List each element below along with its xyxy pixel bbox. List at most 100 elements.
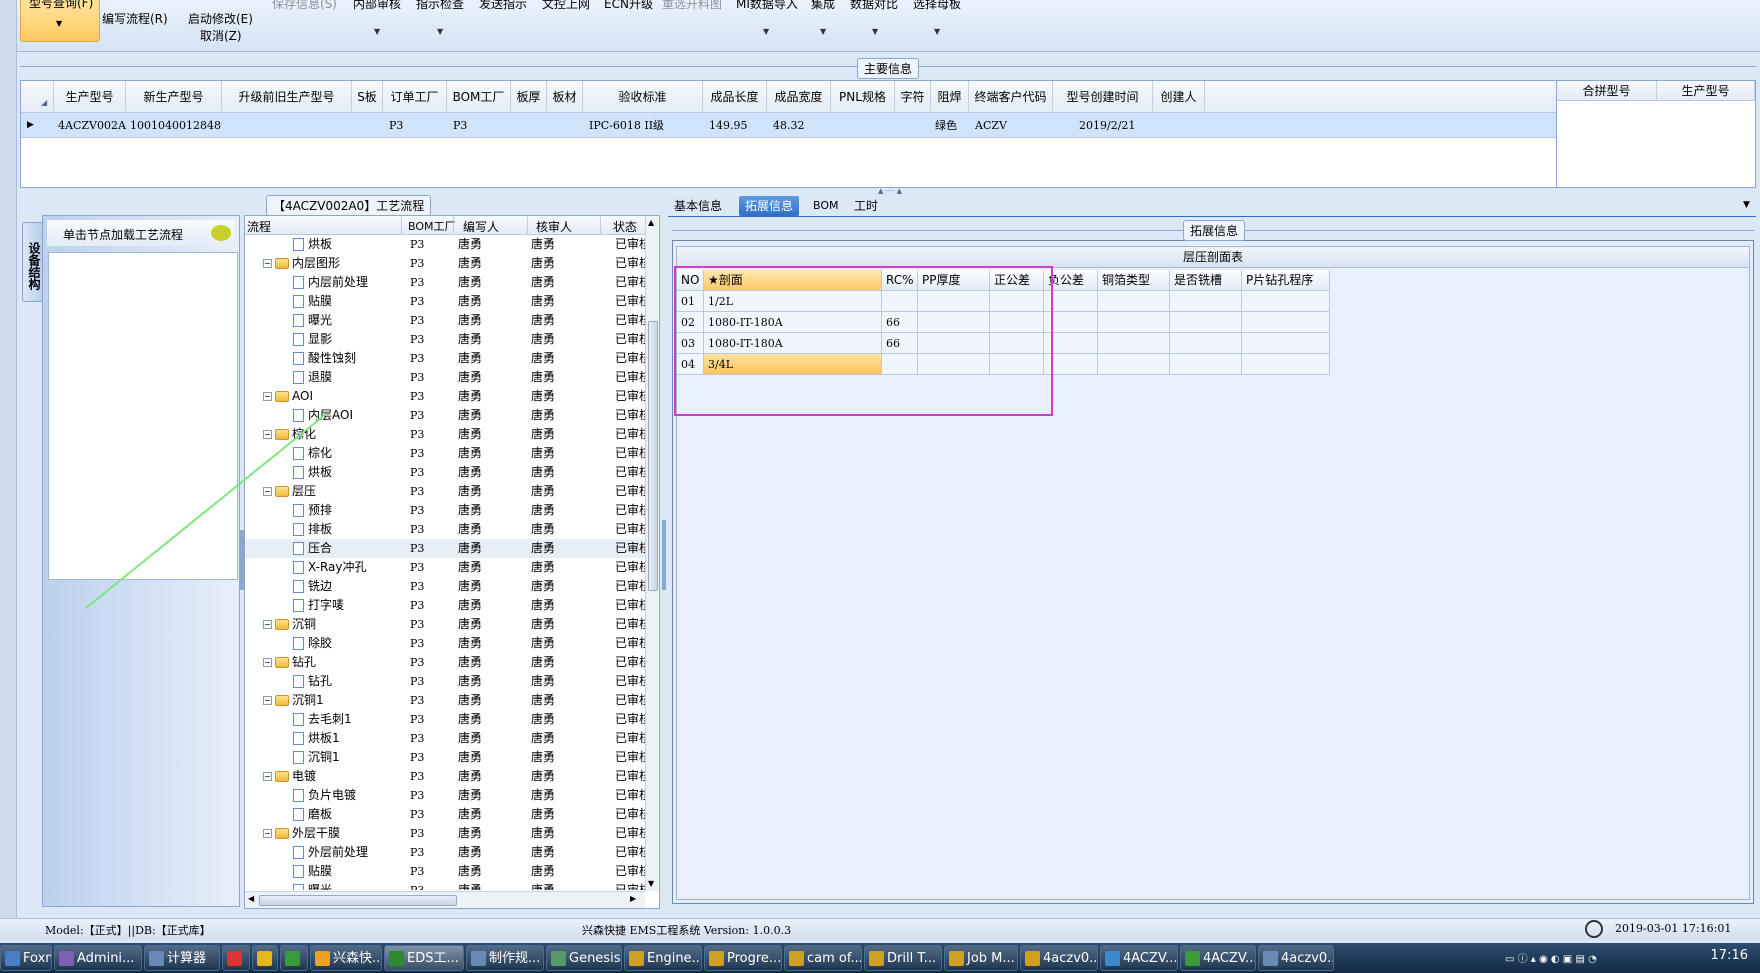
- taskbar-item[interactable]: 兴森快...: [310, 945, 382, 971]
- tree-row[interactable]: 负片电镀 P3 唐勇 唐勇 已审核: [245, 786, 645, 805]
- tree-row[interactable]: − 沉铜1 P3 唐勇 唐勇 已审核: [245, 691, 645, 710]
- taskbar-item[interactable]: EDS工...: [384, 945, 464, 971]
- collapse-icon[interactable]: −: [263, 259, 272, 268]
- scroll-right-icon[interactable]: ▶: [630, 894, 636, 903]
- chevron-down-icon[interactable]: ▼: [437, 27, 443, 36]
- chevron-down-icon[interactable]: ▼: [872, 27, 878, 36]
- chevron-down-icon[interactable]: ▼: [374, 27, 380, 36]
- horizontal-scrollbar[interactable]: ◀ ▶: [245, 891, 645, 908]
- tree-row[interactable]: − 电镀 P3 唐勇 唐勇 已审核: [245, 767, 645, 786]
- tree-row[interactable]: 显影 P3 唐勇 唐勇 已审核: [245, 330, 645, 349]
- col-flow[interactable]: 流程: [247, 218, 271, 235]
- send-instruction-button[interactable]: 发送指示: [479, 0, 527, 12]
- save-info-button[interactable]: 保存信息(S): [272, 0, 337, 12]
- grid-cell[interactable]: [1098, 333, 1170, 354]
- col-status[interactable]: 状态: [613, 218, 637, 235]
- integrate-button[interactable]: 集成: [811, 0, 835, 12]
- taskbar-item[interactable]: [252, 945, 278, 971]
- check-instruction-button[interactable]: 指示检查: [416, 0, 464, 12]
- tab-basic-info[interactable]: 基本信息: [668, 196, 728, 216]
- scroll-down-icon[interactable]: ▼: [648, 879, 654, 888]
- col-acceptance-standard[interactable]: 验收标准: [583, 81, 703, 113]
- collapse-icon[interactable]: −: [263, 772, 272, 781]
- taskbar-item[interactable]: 4ACZV...: [1100, 945, 1178, 971]
- tree-row[interactable]: − 内层图形 P3 唐勇 唐勇 已审核: [245, 254, 645, 273]
- taskbar-item[interactable]: Genesis: [546, 945, 622, 971]
- grid-cell[interactable]: [1170, 333, 1242, 354]
- grid-cell[interactable]: [1098, 354, 1170, 375]
- taskbar-item[interactable]: 计算器: [144, 945, 220, 971]
- grid-cell[interactable]: [1098, 312, 1170, 333]
- col-customer-code[interactable]: 终端客户代码: [969, 81, 1053, 113]
- splitter-handle[interactable]: [662, 520, 666, 590]
- col-merge-model[interactable]: 合拼型号: [1557, 81, 1657, 101]
- scroll-thumb[interactable]: [259, 895, 457, 906]
- col-new-production-model[interactable]: 新生产型号: [126, 81, 222, 113]
- tab-extended-info[interactable]: 拓展信息: [739, 196, 800, 216]
- ecn-upgrade-button[interactable]: ECN升级: [604, 0, 653, 12]
- grid-cell[interactable]: [1242, 354, 1330, 375]
- table-row[interactable]: ▶ 4ACZV002A0 10010400128489 P3 P3 IPC-60…: [21, 113, 1556, 138]
- grid-cell[interactable]: [1170, 312, 1242, 333]
- taskbar-item[interactable]: Drill T...: [864, 945, 942, 971]
- data-compare-button[interactable]: 数据对比: [850, 0, 898, 12]
- upload-doc-button[interactable]: 文控上网: [542, 0, 590, 12]
- cancel-button[interactable]: 取消(Z): [200, 27, 242, 44]
- vertical-scrollbar[interactable]: ▲ ▼: [645, 216, 659, 891]
- col-pnl-spec[interactable]: PNL规格: [831, 81, 895, 113]
- collapse-icon[interactable]: −: [263, 658, 272, 667]
- scroll-up-icon[interactable]: ▲: [648, 218, 654, 227]
- col-reviewer[interactable]: 核审人: [536, 218, 572, 235]
- chevron-down-icon[interactable]: ▼: [820, 27, 826, 36]
- chevron-down-icon[interactable]: ▼: [763, 27, 769, 36]
- start-modify-button[interactable]: 启动修改(E): [188, 10, 253, 27]
- tree-row[interactable]: 磨板 P3 唐勇 唐勇 已审核: [245, 805, 645, 824]
- write-flow-button[interactable]: 编写流程(R): [102, 10, 168, 27]
- col-material[interactable]: 板材: [547, 81, 583, 113]
- taskbar-clock[interactable]: 17:16: [1711, 948, 1748, 963]
- taskbar-item[interactable]: Admini...: [54, 945, 142, 971]
- col-slot[interactable]: 是否铣槽: [1170, 270, 1242, 291]
- mi-import-button[interactable]: MI数据导入: [736, 0, 798, 12]
- col-created-time[interactable]: 型号创建时间: [1053, 81, 1153, 113]
- collapse-icon[interactable]: −: [263, 829, 272, 838]
- grid-cell[interactable]: [1242, 291, 1330, 312]
- col-merge-production-model[interactable]: 生产型号: [1657, 81, 1755, 101]
- equipment-structure-tab[interactable]: 设备结构: [22, 222, 44, 302]
- tree-row[interactable]: 除胶 P3 唐勇 唐勇 已审核: [245, 634, 645, 653]
- tree-row[interactable]: 去毛刺1 P3 唐勇 唐勇 已审核: [245, 710, 645, 729]
- taskbar-item[interactable]: 4aczv0...: [1258, 945, 1334, 971]
- internal-review-button[interactable]: 内部审核: [353, 0, 401, 12]
- grid-cell[interactable]: [1242, 333, 1330, 354]
- col-production-model[interactable]: 生产型号: [54, 81, 126, 113]
- taskbar-item[interactable]: 制作规...: [466, 945, 544, 971]
- taskbar-item[interactable]: [222, 945, 250, 971]
- col-finished-length[interactable]: 成品长度: [703, 81, 767, 113]
- taskbar-item[interactable]: 4ACZV...: [1180, 945, 1256, 971]
- tree-row[interactable]: − 沉铜 P3 唐勇 唐勇 已审核: [245, 615, 645, 634]
- grid-cell[interactable]: [1098, 291, 1170, 312]
- taskbar-item[interactable]: [280, 945, 308, 971]
- select-master-button[interactable]: 选择母板: [913, 0, 961, 12]
- taskbar-item[interactable]: Engine...: [624, 945, 702, 971]
- grid-cell[interactable]: [1242, 312, 1330, 333]
- taskbar-item[interactable]: Progre...: [704, 945, 782, 971]
- tree-row[interactable]: 沉铜1 P3 唐勇 唐勇 已审核: [245, 748, 645, 767]
- col-board-thickness[interactable]: 板厚: [511, 81, 547, 113]
- tree-row[interactable]: 贴膜 P3 唐勇 唐勇 已审核: [245, 292, 645, 311]
- taskbar-item[interactable]: Job M...: [944, 945, 1018, 971]
- col-s-board[interactable]: S板: [352, 81, 383, 113]
- taskbar-item[interactable]: Foxmail: [0, 945, 52, 971]
- tree-row[interactable]: 贴膜 P3 唐勇 唐勇 已审核: [245, 862, 645, 881]
- tree-row[interactable]: 曝光 P3 唐勇 唐勇 已审核: [245, 881, 645, 890]
- tab-work-hours[interactable]: 工时: [848, 196, 884, 216]
- taskbar-item[interactable]: 4aczv0...: [1020, 945, 1098, 971]
- tree-row[interactable]: 曝光 P3 唐勇 唐勇 已审核: [245, 311, 645, 330]
- col-old-production-model[interactable]: 升级前旧生产型号: [222, 81, 352, 113]
- tree-row[interactable]: 钻孔 P3 唐勇 唐勇 已审核: [245, 672, 645, 691]
- col-finished-width[interactable]: 成品宽度: [767, 81, 831, 113]
- collapse-icon[interactable]: −: [263, 696, 272, 705]
- tree-row[interactable]: 酸性蚀刻 P3 唐勇 唐勇 已审核: [245, 349, 645, 368]
- tree-row[interactable]: − 钻孔 P3 唐勇 唐勇 已审核: [245, 653, 645, 672]
- tree-row[interactable]: 外层前处理 P3 唐勇 唐勇 已审核: [245, 843, 645, 862]
